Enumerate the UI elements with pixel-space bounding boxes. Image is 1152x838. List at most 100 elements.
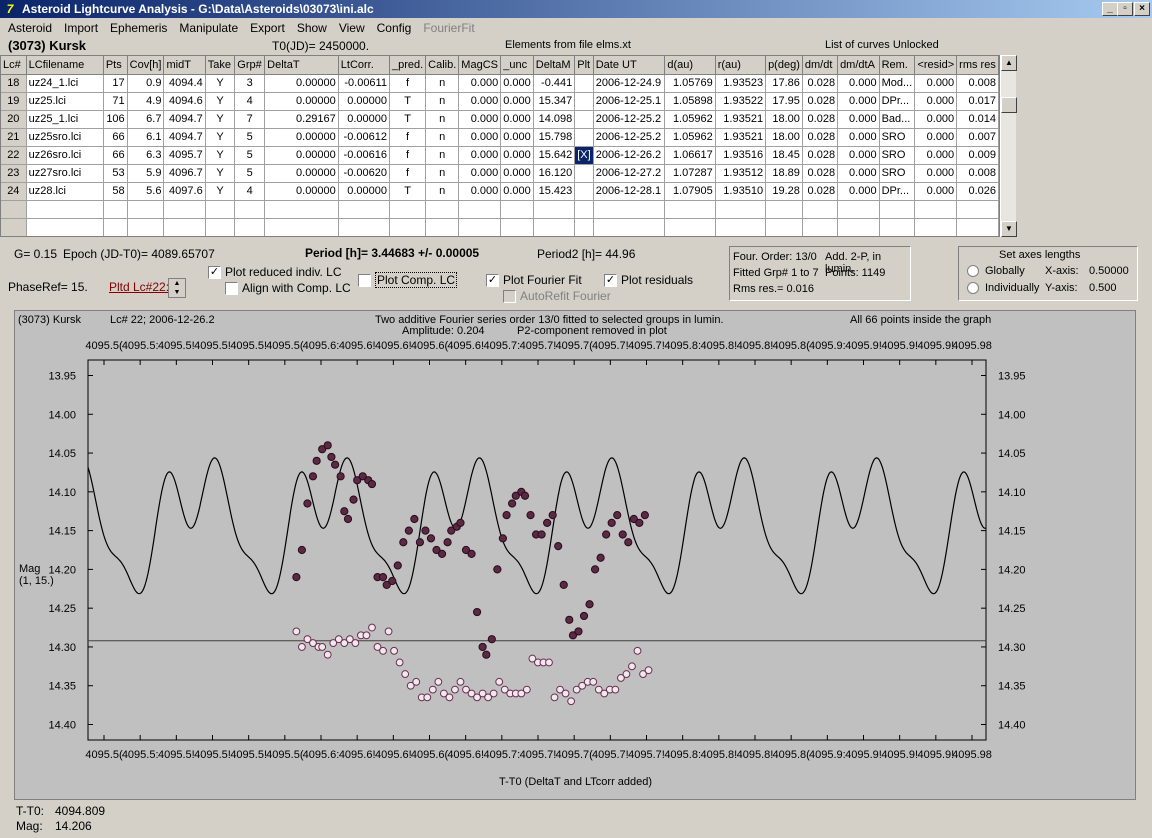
plot-residuals-checkbox[interactable]: ✓ Plot residuals [604, 273, 693, 288]
table-cell[interactable]: 0.000 [458, 182, 502, 201]
table-cell[interactable] [574, 92, 594, 111]
yaxis-value[interactable]: 0.500 [1089, 282, 1117, 294]
menu-asteroid[interactable]: Asteroid [2, 21, 58, 35]
table-cell[interactable]: 0.00000 [338, 92, 390, 111]
table-cell[interactable]: 0.00000 [264, 74, 339, 93]
row-header[interactable]: 19 [1, 92, 27, 111]
table-cell[interactable]: 58 [103, 182, 128, 201]
table-cell[interactable]: 0.000 [500, 110, 534, 129]
table-cell[interactable]: 6.1 [127, 128, 165, 147]
table-cell[interactable]: -0.00620 [338, 164, 390, 183]
table-cell[interactable]: 0.9 [127, 74, 165, 93]
table-cell[interactable]: 14.098 [533, 110, 576, 129]
table-cell[interactable]: 0.000 [914, 92, 958, 111]
table-cell[interactable]: 0.000 [914, 146, 958, 165]
table-cell[interactable]: 0.000 [914, 182, 958, 201]
table-cell[interactable]: 0.000 [458, 128, 502, 147]
table-cell[interactable]: uz26sro.lci [26, 146, 104, 165]
table-cell[interactable]: 2006-12-27.2 [593, 164, 666, 183]
menu-view[interactable]: View [333, 21, 371, 35]
scroll-down-icon[interactable]: ▼ [1001, 221, 1017, 237]
table-cell[interactable]: 0.000 [500, 146, 534, 165]
minimize-button[interactable]: _ [1102, 2, 1118, 16]
table-cell[interactable]: 0.028 [802, 92, 839, 111]
table-cell[interactable]: uz24_1.lci [26, 74, 104, 93]
table-cell[interactable]: 18.89 [765, 164, 803, 183]
table-cell[interactable]: 4096.7 [163, 164, 206, 183]
app-icon[interactable]: 7 [2, 1, 18, 17]
table-cell[interactable]: 53 [103, 164, 128, 183]
table-row[interactable]: 20 uz25_1.lci 106 6.7 4094.7 Y 7 0.29167 0.00000… [1, 110, 999, 129]
table-cell[interactable]: 3 [234, 74, 266, 93]
table-cell[interactable]: SRO [879, 164, 916, 183]
row-header[interactable]: 18 [1, 74, 27, 93]
table-cell[interactable]: 0.000 [500, 128, 534, 147]
empty-row[interactable] [1, 218, 999, 236]
table-cell[interactable]: 0.000 [500, 74, 534, 93]
table-cell[interactable]: f [389, 146, 427, 165]
table-cell[interactable]: 0.000 [458, 92, 502, 111]
table-cell[interactable]: 0.000 [837, 110, 880, 129]
table-cell[interactable]: 0.000 [458, 110, 502, 129]
table-row[interactable]: 23 uz27sro.lci 53 5.9 4096.7 Y 5 0.00000 -0.0062… [1, 164, 999, 183]
table-cell[interactable]: 1.93523 [715, 74, 767, 93]
column-header[interactable]: Take [205, 56, 236, 75]
table-cell[interactable]: 4.9 [127, 92, 165, 111]
maximize-button[interactable]: ▫ [1117, 2, 1133, 16]
table-cell[interactable]: 6.7 [127, 110, 165, 129]
table-cell[interactable]: [X] [574, 146, 594, 165]
table-cell[interactable]: 4095.7 [163, 146, 206, 165]
table-cell[interactable]: 1.05898 [664, 92, 716, 111]
table-cell[interactable]: -0.00616 [338, 146, 390, 165]
scroll-up-icon[interactable]: ▲ [1001, 55, 1017, 71]
table-cell[interactable] [574, 164, 594, 183]
table-cell[interactable]: 0.000 [500, 164, 534, 183]
column-header[interactable]: midT [163, 56, 206, 75]
table-cell[interactable]: 0.000 [914, 164, 958, 183]
table-cell[interactable]: 0.028 [802, 164, 839, 183]
table-cell[interactable]: 15.798 [533, 128, 576, 147]
column-header[interactable]: _pred. [389, 56, 427, 75]
table-cell[interactable]: 0.000 [837, 74, 880, 93]
table-cell[interactable]: 0.00000 [338, 110, 390, 129]
table-cell[interactable]: 0.009 [956, 146, 999, 165]
table-cell[interactable]: 0.000 [914, 110, 958, 129]
table-cell[interactable]: SRO [879, 146, 916, 165]
menu-import[interactable]: Import [58, 21, 104, 35]
table-cell[interactable]: DPr... [879, 182, 916, 201]
table-cell[interactable]: 71 [103, 92, 128, 111]
table-cell[interactable]: DPr... [879, 92, 916, 111]
table-cell[interactable]: 4 [234, 182, 266, 201]
column-header[interactable]: _unc [500, 56, 534, 75]
table-scrollbar[interactable]: ▲ ▼ [1000, 55, 1017, 237]
table-cell[interactable]: 1.05769 [664, 74, 716, 93]
table-cell[interactable]: 0.026 [956, 182, 999, 201]
column-header[interactable]: Cov[h] [127, 56, 165, 75]
close-button[interactable]: × [1134, 2, 1150, 16]
row-header[interactable]: 20 [1, 110, 27, 129]
table-cell[interactable]: 1.07905 [664, 182, 716, 201]
pltd-lc-label[interactable]: Pltd Lc#22: [109, 280, 169, 294]
table-cell[interactable] [574, 110, 594, 129]
plot-fourier-checkbox[interactable]: ✓ Plot Fourier Fit [486, 273, 582, 288]
column-header[interactable]: DeltaM [533, 56, 576, 75]
lightcurve-plot[interactable]: (3073) Kursk Lc# 22; 2006-12-26.2 Two ad… [14, 310, 1136, 800]
table-cell[interactable]: n [425, 110, 460, 129]
menu-config[interactable]: Config [371, 21, 418, 35]
table-cell[interactable]: 0.29167 [264, 110, 339, 129]
table-cell[interactable]: 1.07287 [664, 164, 716, 183]
table-cell[interactable]: 0.017 [956, 92, 999, 111]
table-cell[interactable]: 16.120 [533, 164, 576, 183]
table-cell[interactable]: 5 [234, 128, 266, 147]
table-cell[interactable]: 2006-12-25.2 [593, 128, 666, 147]
table-cell[interactable]: 1.06617 [664, 146, 716, 165]
table-cell[interactable]: n [425, 146, 460, 165]
table-cell[interactable]: T [389, 92, 427, 111]
table-cell[interactable]: 2006-12-28.1 [593, 182, 666, 201]
table-cell[interactable]: 7 [234, 110, 266, 129]
column-header[interactable]: DeltaT [264, 56, 339, 75]
table-cell[interactable]: 17.95 [765, 92, 803, 111]
empty-row[interactable] [1, 200, 999, 219]
row-header[interactable]: 21 [1, 128, 27, 147]
table-cell[interactable]: 1.93512 [715, 164, 767, 183]
